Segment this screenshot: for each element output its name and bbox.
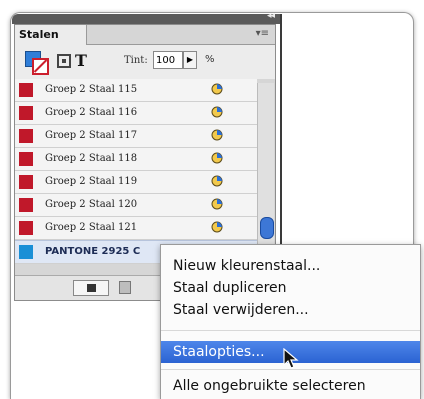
fill-stroke-icon[interactable] (25, 51, 49, 75)
formatting-container-icon[interactable] (57, 54, 71, 68)
swatch-color-chip (19, 152, 33, 166)
swatch-name: PANTONE 2925 C (45, 246, 141, 257)
swatch-row[interactable]: Groep 2 Staal 115 (15, 79, 257, 102)
menu-item-delete-swatch[interactable]: Staal verwijderen... (161, 299, 420, 321)
swatch-color-chip (19, 245, 33, 259)
stroke-none-icon[interactable] (32, 58, 49, 75)
swatch-name: Groep 2 Staal 117 (45, 130, 138, 141)
menu-item-new-swatch[interactable]: Nieuw kleurenstaal... (161, 255, 420, 277)
swatch-name: Groep 2 Staal 116 (45, 107, 138, 118)
process-color-icon (211, 175, 223, 187)
swatch-row[interactable]: Groep 2 Staal 121 (15, 217, 257, 240)
swatch-color-chip (19, 198, 33, 212)
delete-swatch-icon[interactable] (119, 281, 131, 294)
tint-input[interactable] (153, 51, 183, 69)
formatting-text-icon[interactable]: T (75, 51, 87, 70)
panel-title-bar[interactable]: ◂◂ (12, 11, 280, 24)
menu-item-duplicate-swatch[interactable]: Staal dupliceren (161, 277, 420, 299)
menu-separator (161, 330, 420, 331)
tab-label: Stalen (19, 28, 59, 41)
swatch-name: Groep 2 Staal 120 (45, 199, 138, 210)
scrollbar-thumb[interactable] (260, 217, 274, 239)
swatch-name: Groep 2 Staal 118 (45, 153, 138, 164)
swatch-color-chip (19, 129, 33, 143)
swatch-list: Groep 2 Staal 115 Groep 2 Staal 116 Groe… (15, 79, 257, 264)
process-color-icon (211, 152, 223, 164)
swatch-row[interactable]: Groep 2 Staal 117 (15, 125, 257, 148)
swatch-name: Groep 2 Staal 119 (45, 176, 138, 187)
swatch-row[interactable]: Groep 2 Staal 120 (15, 194, 257, 217)
context-menu: Nieuw kleurenstaal... Staal dupliceren S… (160, 244, 421, 399)
process-color-icon (211, 221, 223, 233)
swatch-color-chip (19, 83, 33, 97)
swatch-color-chip (19, 221, 33, 235)
swatch-row[interactable]: Groep 2 Staal 119 (15, 171, 257, 194)
menu-item-select-unused[interactable]: Alle ongebruikte selecteren (161, 375, 420, 397)
mouse-pointer-icon (283, 348, 299, 369)
tint-unit: % (205, 54, 215, 65)
process-color-icon (211, 129, 223, 141)
panel-menu-icon[interactable]: ▾≡ (256, 28, 269, 39)
process-color-icon (211, 83, 223, 95)
vertical-scrollbar[interactable]: ▲ (257, 83, 274, 259)
tint-label: Tint: (124, 55, 148, 66)
swatch-color-chip (19, 175, 33, 189)
tint-slider-arrow-icon[interactable]: ▶ (183, 51, 197, 69)
swatch-name: Groep 2 Staal 115 (45, 84, 138, 95)
collapse-icon[interactable]: ◂◂ (267, 11, 275, 21)
swatch-color-chip (19, 106, 33, 120)
swatch-row[interactable]: Groep 2 Staal 116 (15, 102, 257, 125)
process-color-icon (211, 198, 223, 210)
new-swatch-icon[interactable] (73, 280, 109, 296)
process-color-icon (211, 106, 223, 118)
swatch-toolbar: T Tint: ▶ % (15, 45, 275, 79)
swatch-row[interactable]: Groep 2 Staal 118 (15, 148, 257, 171)
swatch-name: Groep 2 Staal 121 (45, 222, 138, 233)
tab-stalen[interactable]: Stalen (15, 25, 87, 45)
